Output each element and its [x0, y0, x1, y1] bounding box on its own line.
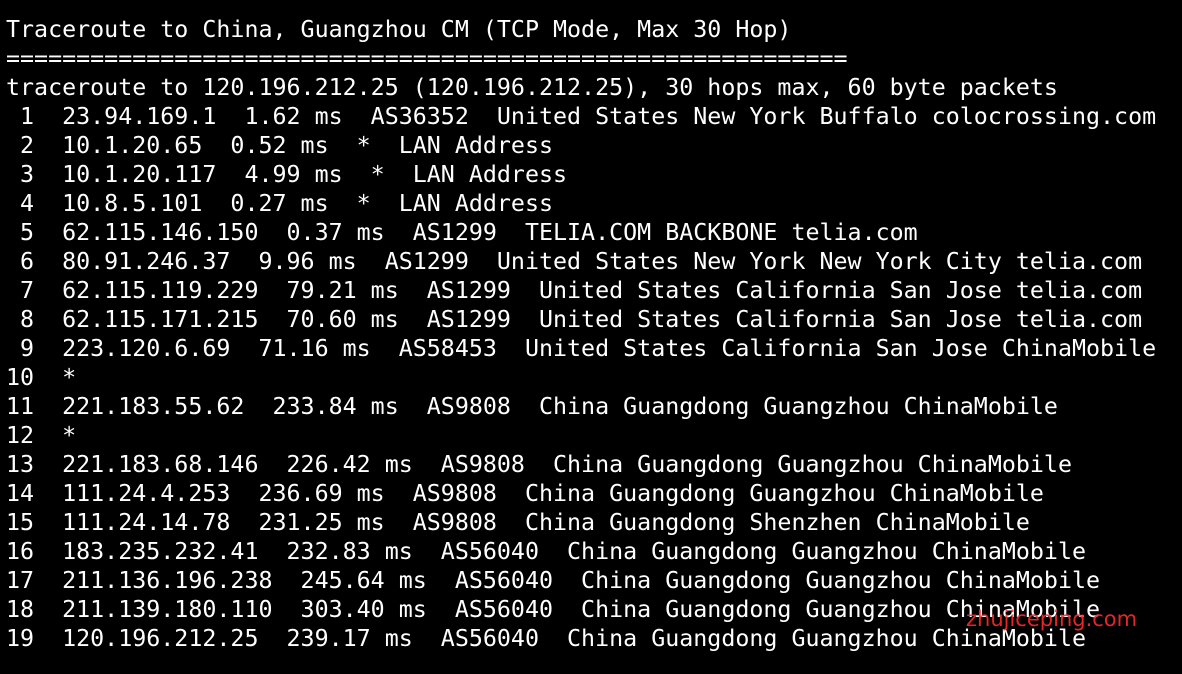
- hop-line: 3 10.1.20.117 4.99 ms * LAN Address: [6, 161, 568, 188]
- hop-line: 5 62.115.146.150 0.37 ms AS1299 TELIA.CO…: [6, 219, 918, 246]
- traceroute-header: traceroute to 120.196.212.25 (120.196.21…: [6, 74, 1058, 101]
- hop-line: 7 62.115.119.229 79.21 ms AS1299 United …: [6, 277, 1143, 304]
- separator-line: ========================================…: [6, 45, 848, 72]
- hop-line: 11 221.183.55.62 233.84 ms AS9808 China …: [6, 393, 1058, 420]
- hop-line: 1 23.94.169.1 1.62 ms AS36352 United Sta…: [6, 103, 1157, 130]
- hop-line: 13 221.183.68.146 226.42 ms AS9808 China…: [6, 451, 1072, 478]
- watermark-text: zhujiceping.com: [966, 607, 1138, 631]
- trace-title: Traceroute to China, Guangzhou CM (TCP M…: [6, 16, 792, 43]
- hop-line: 4 10.8.5.101 0.27 ms * LAN Address: [6, 190, 554, 217]
- terminal-window[interactable]: Traceroute to China, Guangzhou CM (TCP M…: [0, 0, 1182, 674]
- hop-line: 15 111.24.14.78 231.25 ms AS9808 China G…: [6, 509, 1030, 536]
- hop-line: 16 183.235.232.41 232.83 ms AS56040 Chin…: [6, 538, 1086, 565]
- hop-line: 14 111.24.4.253 236.69 ms AS9808 China G…: [6, 480, 1044, 507]
- hop-line: 6 80.91.246.37 9.96 ms AS1299 United Sta…: [6, 248, 1143, 275]
- hop-line: 2 10.1.20.65 0.52 ms * LAN Address: [6, 132, 554, 159]
- hop-line: 12 *: [6, 422, 77, 449]
- hop-line: 17 211.136.196.238 245.64 ms AS56040 Chi…: [6, 567, 1101, 594]
- hop-line: 9 223.120.6.69 71.16 ms AS58453 United S…: [6, 335, 1157, 362]
- hop-line: 10 *: [6, 364, 77, 391]
- hop-line: 8 62.115.171.215 70.60 ms AS1299 United …: [6, 306, 1143, 333]
